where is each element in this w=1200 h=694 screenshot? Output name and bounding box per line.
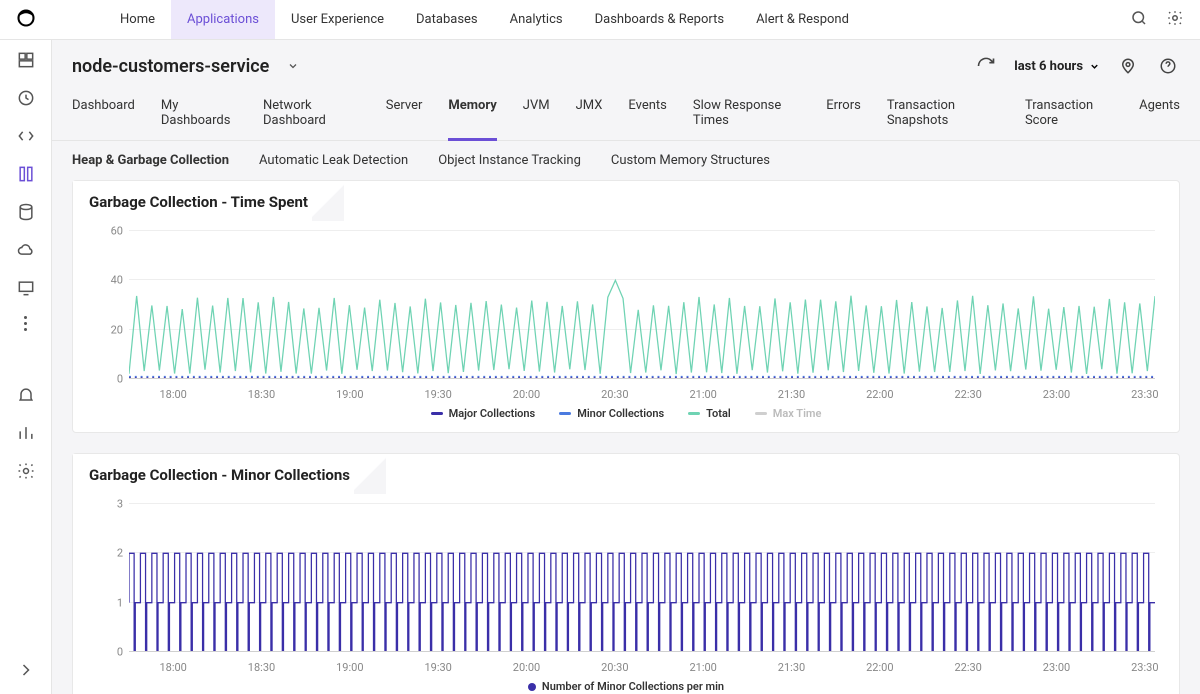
rail-more-icon[interactable] bbox=[24, 316, 27, 331]
time-range-selector[interactable]: last 6 hours bbox=[1014, 59, 1100, 74]
rail-icon-clock[interactable] bbox=[16, 88, 36, 108]
x-tick: 20:00 bbox=[513, 661, 540, 674]
rail-icon-monitor[interactable] bbox=[16, 278, 36, 298]
panel-0: Garbage Collection - Time Spent 0 20 40 60 18… bbox=[72, 180, 1180, 433]
x-tick: 19:00 bbox=[336, 661, 363, 674]
tab-network-dashboard[interactable]: Network Dashboard bbox=[263, 88, 360, 140]
nav-item-home[interactable]: Home bbox=[104, 0, 171, 39]
search-icon[interactable] bbox=[1130, 9, 1148, 31]
rail-icon-servers[interactable] bbox=[16, 164, 36, 184]
x-tick: 21:30 bbox=[778, 388, 805, 401]
tab-server[interactable]: Server bbox=[386, 88, 423, 140]
rail-icon-gear[interactable] bbox=[16, 461, 36, 481]
x-tick: 19:00 bbox=[336, 388, 363, 401]
x-tick: 22:30 bbox=[954, 661, 981, 674]
x-tick: 20:00 bbox=[513, 388, 540, 401]
page-title: node-customers-service bbox=[72, 56, 269, 77]
app-switcher-chevron[interactable] bbox=[281, 54, 305, 78]
x-tick: 20:30 bbox=[601, 388, 628, 401]
x-tick: 23:00 bbox=[1043, 388, 1070, 401]
y-tick: 1 bbox=[89, 596, 123, 609]
rail-icon-cloud[interactable] bbox=[16, 240, 36, 260]
y-tick: 2 bbox=[89, 547, 123, 560]
x-tick: 22:00 bbox=[866, 388, 893, 401]
legend-item[interactable]: Total bbox=[688, 407, 731, 420]
y-tick: 0 bbox=[89, 646, 123, 659]
settings-gear-icon[interactable] bbox=[1166, 9, 1184, 31]
primary-tabs: Dashboard My Dashboards Network Dashboard S… bbox=[52, 88, 1200, 141]
nav-item-alert-respond[interactable]: Alert & Respond bbox=[740, 0, 865, 39]
secondary-tabs: Heap & Garbage Collection Automatic Leak … bbox=[52, 141, 1200, 180]
x-tick: 22:00 bbox=[866, 661, 893, 674]
x-tick: 18:30 bbox=[248, 388, 275, 401]
subtab-heap-garbage-collection[interactable]: Heap & Garbage Collection bbox=[72, 153, 229, 168]
app-logo-icon bbox=[16, 8, 36, 32]
help-icon[interactable] bbox=[1156, 54, 1180, 78]
y-tick: 60 bbox=[89, 225, 123, 238]
rail-icon-database[interactable] bbox=[16, 202, 36, 222]
nav-item-analytics[interactable]: Analytics bbox=[494, 0, 579, 39]
x-tick: 19:30 bbox=[424, 388, 451, 401]
time-range-label: last 6 hours bbox=[1014, 59, 1083, 74]
nav-item-applications[interactable]: Applications bbox=[171, 0, 275, 39]
tab-jvm[interactable]: JVM bbox=[523, 88, 550, 140]
subtab-object-instance-tracking[interactable]: Object Instance Tracking bbox=[438, 153, 581, 168]
panel-1: Garbage Collection - Minor Collections 0 1… bbox=[72, 453, 1180, 694]
x-tick: 18:00 bbox=[159, 388, 186, 401]
legend-item[interactable]: Number of Minor Collections per min bbox=[528, 680, 724, 693]
location-pin-icon[interactable] bbox=[1116, 54, 1140, 78]
y-tick: 20 bbox=[89, 323, 123, 336]
y-tick: 0 bbox=[89, 373, 123, 386]
legend-item[interactable]: Minor Collections bbox=[559, 407, 664, 420]
x-tick: 21:00 bbox=[689, 661, 716, 674]
panel-title: Garbage Collection - Minor Collections bbox=[73, 454, 371, 494]
tab-transaction-snapshots[interactable]: Transaction Snapshots bbox=[887, 88, 999, 140]
tab-memory[interactable]: Memory bbox=[448, 88, 496, 140]
subtab-automatic-leak-detection[interactable]: Automatic Leak Detection bbox=[259, 153, 408, 168]
nav-item-user-experience[interactable]: User Experience bbox=[275, 0, 400, 39]
x-tick: 23:00 bbox=[1043, 661, 1070, 674]
legend-item[interactable]: Max Time bbox=[755, 407, 822, 420]
x-tick: 23:30 bbox=[1131, 661, 1158, 674]
tab-errors[interactable]: Errors bbox=[826, 88, 861, 140]
tab-slow-response-times[interactable]: Slow Response Times bbox=[693, 88, 800, 140]
nav-item-dashboards-reports[interactable]: Dashboards & Reports bbox=[579, 0, 740, 39]
x-tick: 18:00 bbox=[159, 661, 186, 674]
rail-icon-chart[interactable] bbox=[16, 423, 36, 443]
chart-legend: Number of Minor Collections per min bbox=[89, 680, 1163, 693]
tab-jmx[interactable]: JMX bbox=[576, 88, 603, 140]
top-nav: HomeApplicationsUser ExperienceDatabases… bbox=[52, 0, 1200, 40]
x-tick: 23:30 bbox=[1131, 388, 1158, 401]
panel-title: Garbage Collection - Time Spent bbox=[73, 181, 329, 221]
y-tick: 40 bbox=[89, 274, 123, 287]
x-tick: 22:30 bbox=[954, 388, 981, 401]
subtab-custom-memory-structures[interactable]: Custom Memory Structures bbox=[611, 153, 770, 168]
left-rail bbox=[0, 0, 52, 694]
x-tick: 20:30 bbox=[601, 661, 628, 674]
rail-icon-bell[interactable] bbox=[16, 385, 36, 405]
chart-area: 012318:0018:3019:0019:3020:0020:3021:002… bbox=[89, 504, 1163, 674]
tab-dashboard[interactable]: Dashboard bbox=[72, 88, 135, 140]
refresh-button[interactable] bbox=[974, 54, 998, 78]
chart-legend: Major Collections Minor Collections Total M… bbox=[89, 407, 1163, 420]
x-tick: 18:30 bbox=[248, 661, 275, 674]
nav-item-databases[interactable]: Databases bbox=[400, 0, 494, 39]
tab-my-dashboards[interactable]: My Dashboards bbox=[161, 88, 237, 140]
x-tick: 21:30 bbox=[778, 661, 805, 674]
x-tick: 21:00 bbox=[689, 388, 716, 401]
tab-events[interactable]: Events bbox=[628, 88, 666, 140]
rail-icon-expand[interactable] bbox=[16, 660, 36, 680]
rail-icon-dashboard[interactable] bbox=[16, 50, 36, 70]
y-tick: 3 bbox=[89, 498, 123, 511]
x-tick: 19:30 bbox=[424, 661, 451, 674]
chart-area: 020406018:0018:3019:0019:3020:0020:3021:… bbox=[89, 231, 1163, 401]
rail-icon-code[interactable] bbox=[16, 126, 36, 146]
tab-transaction-score[interactable]: Transaction Score bbox=[1025, 88, 1113, 140]
tab-agents[interactable]: Agents bbox=[1139, 88, 1180, 140]
legend-item[interactable]: Major Collections bbox=[431, 407, 536, 420]
